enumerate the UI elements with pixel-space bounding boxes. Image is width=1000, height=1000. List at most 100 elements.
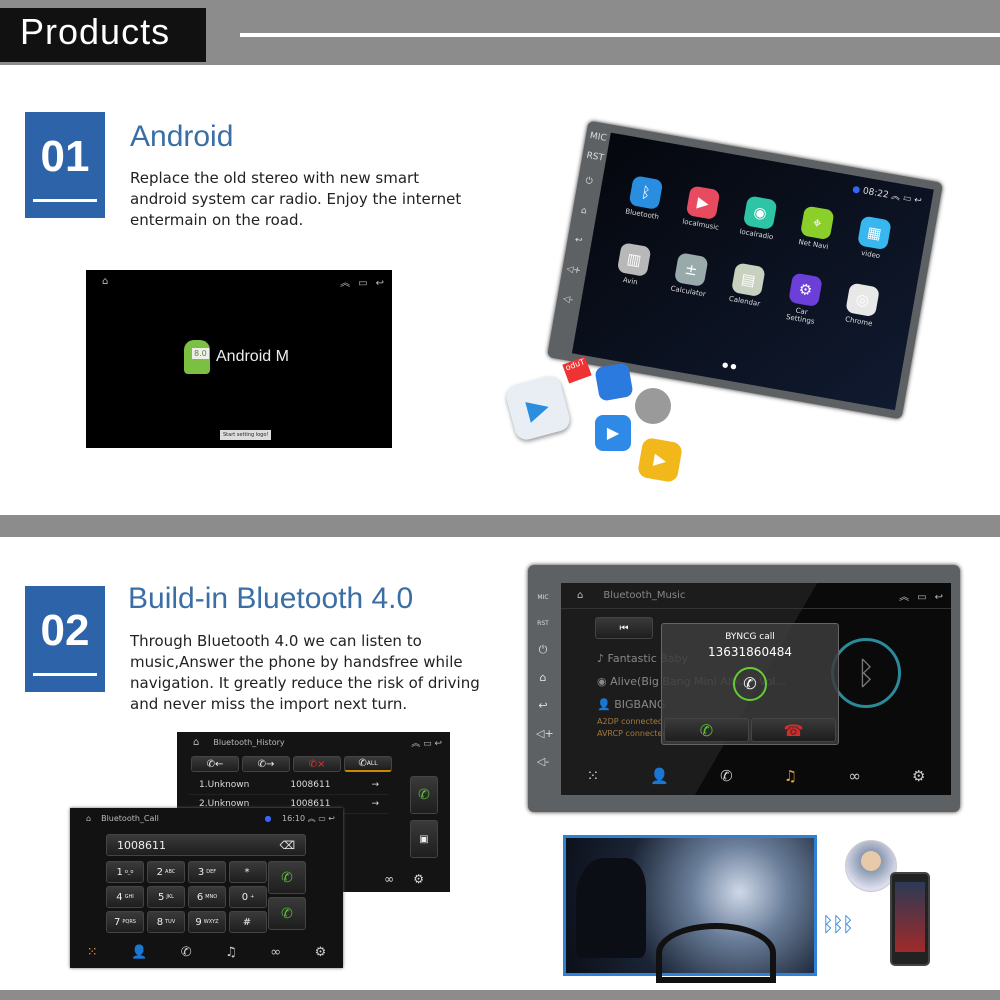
header-divider xyxy=(240,33,1000,37)
app-icon: ⚙ xyxy=(788,272,823,308)
bt-call-screen: ⌂ Bluetooth_Call ● 16:10 ︽ ▭ ↩ 1008611 ⌫ 1o… xyxy=(70,808,343,968)
previous-track-button[interactable]: ⏮ xyxy=(595,617,653,639)
volume-down-icon[interactable]: ◁- xyxy=(560,294,576,306)
call-button[interactable]: ✆ xyxy=(410,776,438,814)
answer-call-button[interactable]: ✆ xyxy=(664,718,749,742)
link-icon[interactable]: ∞ xyxy=(848,767,861,785)
dialpad-icon[interactable]: ⁙ xyxy=(587,767,600,785)
recent-icon[interactable]: ▭ xyxy=(917,592,926,603)
home-icon[interactable]: ⌂ xyxy=(576,205,592,217)
app-calculator[interactable]: ± Calculator xyxy=(670,252,711,298)
keypad-key[interactable]: 2 ABC xyxy=(147,861,185,883)
bt-music-screen: ⌂ Bluetooth_Music ︽ ▭ ↩ ⏮ ♪ Fantastic Baby ◉… xyxy=(561,583,951,795)
stereo-bluetooth-music: MIC RST ⏻ ⌂ ↩ ◁+ ◁- ⌂ Bluetooth_Music ︽ ▭ ↩ ⏮ ♪ Fa… xyxy=(528,565,960,812)
back-icon[interactable]: ↩ xyxy=(571,235,587,247)
back-icon[interactable]: ↩ xyxy=(935,592,943,603)
outgoing-calls-tab[interactable]: ✆→ xyxy=(242,756,290,772)
bluetooth-signal-icon: ᛒᛒᛒ xyxy=(822,912,854,936)
home-icon[interactable]: ⌂ xyxy=(193,737,199,748)
app-calendar[interactable]: ▤ Calendar xyxy=(727,262,768,308)
keypad-key[interactable]: 0 + xyxy=(229,886,267,908)
keypad-key[interactable]: 8 TUV xyxy=(147,911,185,933)
section-number-badge: 02 xyxy=(25,586,105,692)
section-number: 02 xyxy=(40,606,90,655)
redial-button[interactable]: ✆ xyxy=(268,897,306,930)
app-label: localmusic xyxy=(681,217,720,232)
app-label: Calendar xyxy=(728,294,761,309)
call-history-row[interactable]: 1.Unknown 1008611 → xyxy=(189,776,389,795)
app-car-settings[interactable]: ⚙ Car Settings xyxy=(783,272,825,326)
android-label: Android M xyxy=(216,348,289,365)
keypad-key[interactable]: 7 PQRS xyxy=(106,911,144,933)
all-calls-tab[interactable]: ✆ ALL xyxy=(344,756,392,772)
keypad-key[interactable]: 3 DEF xyxy=(188,861,226,883)
section-title: Android xyxy=(130,120,234,153)
app-label: localradio xyxy=(738,227,774,242)
keypad-key[interactable]: 6 MNO xyxy=(188,886,226,908)
keypad-key[interactable]: 4 GHI xyxy=(106,886,144,908)
keypad-key[interactable]: 9 WXYZ xyxy=(188,911,226,933)
app-avin[interactable]: ▥ Avin xyxy=(613,242,654,288)
power-icon[interactable]: ⏻ xyxy=(581,175,597,187)
section-description: Through Bluetooth 4.0 we can listen to m… xyxy=(130,632,480,713)
app-label: Car Settings xyxy=(785,306,816,326)
volume-up-icon[interactable]: ◁+ xyxy=(566,264,582,276)
dial-button[interactable]: ✆ xyxy=(268,861,306,894)
app-label: Bluetooth xyxy=(624,207,660,222)
contacts-icon[interactable]: 👤 xyxy=(650,767,669,785)
sync-phonebook-button[interactable]: ▣ xyxy=(410,820,438,858)
settings-icon[interactable]: ⚙ xyxy=(912,767,925,785)
incoming-call-dialog: BYNCG call 13631860484 ✆ ✆ ☎ xyxy=(661,623,839,745)
backspace-icon: ⌫ xyxy=(279,838,295,852)
home-icon: ⌂ xyxy=(102,275,109,287)
link-icon[interactable]: ∞ xyxy=(270,945,281,960)
dial-number-input[interactable]: 1008611 ⌫ xyxy=(106,834,306,856)
app-label: Net Navi xyxy=(797,237,829,252)
app-icon: ± xyxy=(673,252,709,288)
keypad-key[interactable]: # xyxy=(229,911,267,933)
app-label: video xyxy=(860,248,881,261)
app-label: Calculator xyxy=(669,284,707,299)
caller-number: 13631860484 xyxy=(708,645,792,659)
products-heading: Products xyxy=(0,8,206,62)
start-setting-logo-button[interactable]: Start setting logo! xyxy=(220,430,272,440)
android-logo: 8.0 Android M xyxy=(184,340,289,374)
app-icon: ◉ xyxy=(742,195,778,231)
hangup-call-button[interactable]: ☎ xyxy=(751,718,836,742)
incoming-calls-tab[interactable]: ✆← xyxy=(191,756,239,772)
music-icon[interactable]: ♫ xyxy=(784,767,797,785)
app-icons-splash: ▶ oduT ▶ ▶ xyxy=(503,356,684,485)
missed-calls-tab[interactable]: ✆× xyxy=(293,756,341,772)
app-localradio[interactable]: ◉ localradio xyxy=(739,195,780,241)
home-icon[interactable]: ⌂ xyxy=(577,590,583,601)
app-bluetooth[interactable]: ᛒ Bluetooth xyxy=(625,175,666,221)
section-number-badge: 01 xyxy=(25,112,105,218)
section-number: 01 xyxy=(40,132,90,181)
page-indicator: ● ● xyxy=(721,360,738,371)
dialpad-icon[interactable]: ⁙ xyxy=(87,945,98,960)
back-icon: ↩ xyxy=(375,277,384,289)
app-net-navi[interactable]: ⌖ Net Navi xyxy=(796,205,837,251)
section-title: Build-in Bluetooth 4.0 xyxy=(128,582,414,615)
section-description: Replace the old stereo with new smart an… xyxy=(130,169,462,229)
call-log-icon[interactable]: ✆ xyxy=(720,767,733,785)
app-icon: ▥ xyxy=(616,242,652,277)
keypad-key[interactable]: 5 JKL xyxy=(147,886,185,908)
driver-photo xyxy=(563,835,817,983)
keypad-key[interactable]: * xyxy=(229,861,267,883)
phone-icon: ✆ xyxy=(733,667,767,701)
app-label: Chrome xyxy=(844,315,873,328)
app-icon: ▤ xyxy=(730,262,766,298)
app-video[interactable]: ▦ video xyxy=(853,215,894,261)
contacts-icon[interactable]: 👤 xyxy=(131,945,147,960)
keypad-key[interactable]: 1 o_o xyxy=(106,861,144,883)
music-icon[interactable]: ♫ xyxy=(225,945,237,960)
call-log-icon[interactable]: ✆ xyxy=(181,945,192,960)
app-label: Avin xyxy=(622,276,639,287)
settings-icon[interactable]: ⚙ xyxy=(315,945,327,960)
app-localmusic[interactable]: ▶ localmusic xyxy=(681,185,723,232)
app-chrome[interactable]: ◎ Chrome xyxy=(841,282,882,328)
up-icon[interactable]: ︽ xyxy=(899,592,909,603)
home-icon[interactable]: ⌂ xyxy=(86,814,91,823)
bluetooth-disc-icon: ᛒ xyxy=(831,638,901,708)
